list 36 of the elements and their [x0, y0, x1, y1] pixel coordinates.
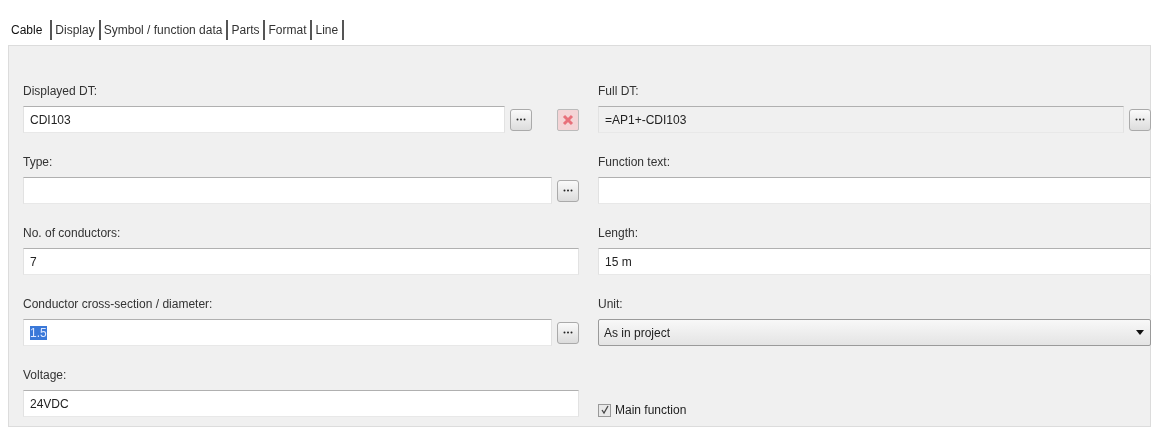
input-field[interactable]: 15 m [598, 248, 1151, 275]
browse-button[interactable] [510, 108, 532, 131]
dropdown[interactable]: As in project [598, 319, 1151, 346]
ellipsis-icon [563, 331, 573, 334]
tab[interactable]: Line [312, 20, 345, 40]
field-label: Length: [598, 226, 640, 241]
checkbox-label: Main function [615, 403, 687, 417]
field-label: Unit: [598, 297, 624, 312]
field-label: Displayed DT: [23, 84, 99, 99]
tab[interactable]: Parts [228, 20, 266, 40]
browse-button[interactable] [1129, 108, 1151, 131]
input-field[interactable]: =AP1+-CDI103 [598, 106, 1124, 133]
tab[interactable]: Display [50, 20, 101, 40]
field-label: Conductor cross-section / diameter: [23, 297, 214, 312]
input-field[interactable] [23, 177, 552, 204]
delete-icon [562, 113, 574, 126]
caret-icon [1136, 330, 1144, 335]
field-label: Voltage: [23, 368, 68, 383]
input-field[interactable]: 1.5 [23, 319, 552, 346]
field-label: No. of conductors: [23, 226, 122, 241]
tab[interactable]: Symbol / function data [100, 20, 229, 40]
browse-button[interactable] [557, 179, 579, 202]
input-field[interactable] [598, 177, 1151, 204]
ellipsis-icon [563, 189, 573, 192]
checkbox[interactable] [598, 403, 611, 417]
field-label: Type: [23, 155, 54, 170]
input-field[interactable]: 7 [23, 248, 579, 275]
input-field[interactable]: 24VDC [23, 390, 579, 417]
delete-button[interactable] [557, 108, 579, 131]
field-label: Full DT: [598, 84, 640, 99]
field-label: Function text: [598, 155, 672, 170]
input-field[interactable]: CDI103 [23, 106, 505, 133]
browse-button[interactable] [557, 321, 579, 344]
tab[interactable]: Format [265, 20, 313, 40]
ellipsis-icon [516, 118, 526, 121]
ellipsis-icon [1135, 118, 1145, 121]
